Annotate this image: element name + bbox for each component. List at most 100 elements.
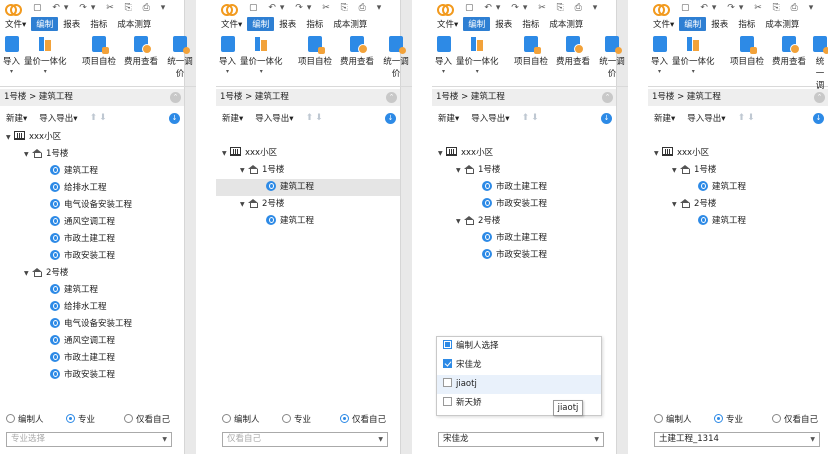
collapse-icon[interactable]: ⌃	[602, 92, 613, 103]
tree-building-2[interactable]: ▼ 2号楼	[648, 196, 828, 213]
fee-view-button[interactable]: 费用查看	[340, 36, 374, 67]
radio-editor[interactable]: 编制人	[654, 413, 692, 425]
tab-edit[interactable]: 编制	[463, 17, 491, 31]
tree-item[interactable]: 市政安装工程	[432, 196, 616, 213]
mine-only-select[interactable]: 仅看自己 ▼	[222, 432, 388, 447]
tab-cost[interactable]: 成本测算	[544, 17, 588, 31]
tree-item[interactable]: 给排水工程	[0, 180, 184, 197]
tree-root[interactable]: ▼ xxx小区	[432, 145, 616, 162]
import-button[interactable]: 导入 ▾	[219, 36, 236, 75]
specialty-select[interactable]: 专业选择 ▼	[6, 432, 172, 447]
tree-item[interactable]: 市政土建工程	[432, 230, 616, 247]
import-button[interactable]: 导入 ▾	[651, 36, 668, 75]
tree-root[interactable]: ▼ xxx小区	[648, 145, 828, 162]
tab-cost[interactable]: 成本测算	[760, 17, 804, 31]
radio-specialty[interactable]: 专业	[66, 413, 95, 425]
editor-select[interactable]: 宋佳龙 ▼	[438, 432, 604, 447]
radio-mine-only[interactable]: 仅看自己	[124, 413, 170, 425]
tree-item[interactable]: 市政安装工程	[432, 247, 616, 264]
tree-building-2[interactable]: ▼ 2号楼	[432, 213, 616, 230]
unify-price-button[interactable]: 统一调价	[380, 36, 412, 79]
import-button[interactable]: 导入 ▾	[435, 36, 452, 75]
import-export-button[interactable]: 导入导出▾	[471, 112, 509, 124]
tree-item[interactable]: 市政土建工程	[0, 231, 184, 248]
download-icon[interactable]: ↓	[601, 113, 612, 124]
radio-specialty[interactable]: 专业	[282, 413, 311, 425]
checkbox-partial[interactable]	[443, 340, 452, 349]
tree-item[interactable]: 市政安装工程	[0, 248, 184, 265]
import-export-button[interactable]: 导入导出▾	[687, 112, 725, 124]
tree-building-2[interactable]: ▼ 2号楼	[0, 265, 184, 282]
move-arrows-icon[interactable]: ⬆⬇	[306, 113, 325, 123]
tree-item[interactable]: 通风空调工程	[0, 214, 184, 231]
checkbox-checked[interactable]	[443, 359, 452, 368]
move-arrows-icon[interactable]: ⬆⬇	[90, 113, 109, 123]
new-button[interactable]: 新建▾	[654, 112, 675, 124]
self-check-button[interactable]: 项目自检	[730, 36, 764, 67]
quick-access-icons[interactable]: ▢ ↶▾ ↷▾ ✂ ⎘ ⎙ ▾	[33, 3, 169, 13]
tree-building-1[interactable]: ▼ 1号楼	[216, 162, 400, 179]
tree-item[interactable]: 电气设备安装工程	[0, 197, 184, 214]
tab-file[interactable]: 文件▾	[648, 17, 679, 31]
download-icon[interactable]: ↓	[385, 113, 396, 124]
quantity-price-button[interactable]: 量价一体化 ▾	[240, 36, 283, 75]
select-all-editors[interactable]: 编制人选择	[437, 337, 601, 356]
tab-cost[interactable]: 成本测算	[112, 17, 156, 31]
tree-item[interactable]: 建筑工程	[0, 163, 184, 180]
quick-access-icons[interactable]: ▢ ↶▾ ↷▾ ✂ ⎘ ⎙ ▾	[465, 3, 601, 13]
import-export-button[interactable]: 导入导出▾	[39, 112, 77, 124]
quick-access-icons[interactable]: ▢ ↶▾ ↷▾ ✂ ⎘ ⎙ ▾	[681, 3, 817, 13]
new-button[interactable]: 新建▾	[6, 112, 27, 124]
self-check-button[interactable]: 项目自检	[514, 36, 548, 67]
tab-file[interactable]: 文件▾	[216, 17, 247, 31]
self-check-button[interactable]: 项目自检	[298, 36, 332, 67]
specialty-select[interactable]: 土建工程_1314 ▼	[654, 432, 820, 447]
checkbox[interactable]	[443, 378, 452, 387]
tab-index[interactable]: 指标	[517, 17, 544, 31]
tree-item[interactable]: 电气设备安装工程	[0, 316, 184, 333]
tree-root[interactable]: ▼ xxx小区	[216, 145, 400, 162]
quantity-price-button[interactable]: 量价一体化 ▾	[672, 36, 715, 75]
tree-building-1[interactable]: ▼ 1号楼	[648, 162, 828, 179]
fee-view-button[interactable]: 费用查看	[772, 36, 806, 67]
tab-edit[interactable]: 编制	[31, 17, 59, 31]
tab-edit[interactable]: 编制	[679, 17, 707, 31]
tree-root[interactable]: ▼ xxx小区	[0, 129, 184, 146]
editor-option[interactable]: 宋佳龙	[437, 356, 601, 375]
quantity-price-button[interactable]: 量价一体化 ▾	[456, 36, 499, 75]
tab-index[interactable]: 指标	[733, 17, 760, 31]
quantity-price-button[interactable]: 量价一体化 ▾	[24, 36, 67, 75]
tree-item-selected[interactable]: 建筑工程	[216, 179, 400, 196]
tree-item[interactable]: 建筑工程	[648, 213, 828, 230]
tree-item[interactable]: 给排水工程	[0, 299, 184, 316]
tab-report[interactable]: 报表	[58, 17, 85, 31]
tree-item[interactable]: 市政土建工程	[432, 179, 616, 196]
new-button[interactable]: 新建▾	[222, 112, 243, 124]
tree-item[interactable]: 通风空调工程	[0, 333, 184, 350]
fee-view-button[interactable]: 费用查看	[124, 36, 158, 67]
import-export-button[interactable]: 导入导出▾	[255, 112, 293, 124]
unify-price-button[interactable]: 统一调价	[596, 36, 628, 79]
tab-cost[interactable]: 成本测算	[328, 17, 372, 31]
download-icon[interactable]: ↓	[813, 113, 824, 124]
tab-index[interactable]: 指标	[301, 17, 328, 31]
tree-item[interactable]: 建筑工程	[648, 179, 828, 196]
tab-edit[interactable]: 编制	[247, 17, 275, 31]
new-button[interactable]: 新建▾	[438, 112, 459, 124]
collapse-icon[interactable]: ⌃	[814, 92, 825, 103]
unify-price-button[interactable]: 统一调价	[164, 36, 196, 79]
radio-mine-only[interactable]: 仅看自己	[772, 413, 818, 425]
collapse-icon[interactable]: ⌃	[386, 92, 397, 103]
tree-building-1[interactable]: ▼ 1号楼	[432, 162, 616, 179]
radio-editor[interactable]: 编制人	[6, 413, 44, 425]
self-check-button[interactable]: 项目自检	[82, 36, 116, 67]
tab-index[interactable]: 指标	[85, 17, 112, 31]
tree-item[interactable]: 市政安装工程	[0, 367, 184, 384]
quick-access-icons[interactable]: ▢ ↶▾ ↷▾ ✂ ⎘ ⎙ ▾	[249, 3, 385, 13]
tree-item[interactable]: 建筑工程	[216, 213, 400, 230]
tab-report[interactable]: 报表	[706, 17, 733, 31]
radio-editor[interactable]: 编制人	[222, 413, 260, 425]
move-arrows-icon[interactable]: ⬆⬇	[522, 113, 541, 123]
radio-specialty[interactable]: 专业	[714, 413, 743, 425]
tree-building-2[interactable]: ▼ 2号楼	[216, 196, 400, 213]
